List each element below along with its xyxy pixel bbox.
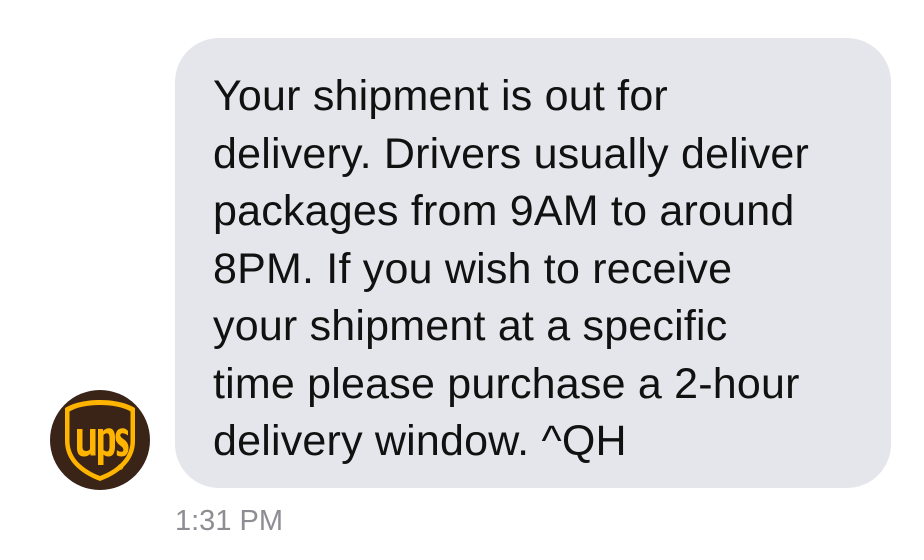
message-text: Your shipment is out for delivery. Drive… (213, 72, 810, 465)
message-thread: Your shipment is out for delivery. Drive… (0, 0, 924, 560)
message-bubble[interactable]: Your shipment is out for delivery. Drive… (175, 38, 891, 488)
ups-logo-icon (65, 400, 135, 481)
message-timestamp: 1:31 PM (175, 505, 283, 537)
sender-avatar[interactable] (50, 390, 150, 490)
